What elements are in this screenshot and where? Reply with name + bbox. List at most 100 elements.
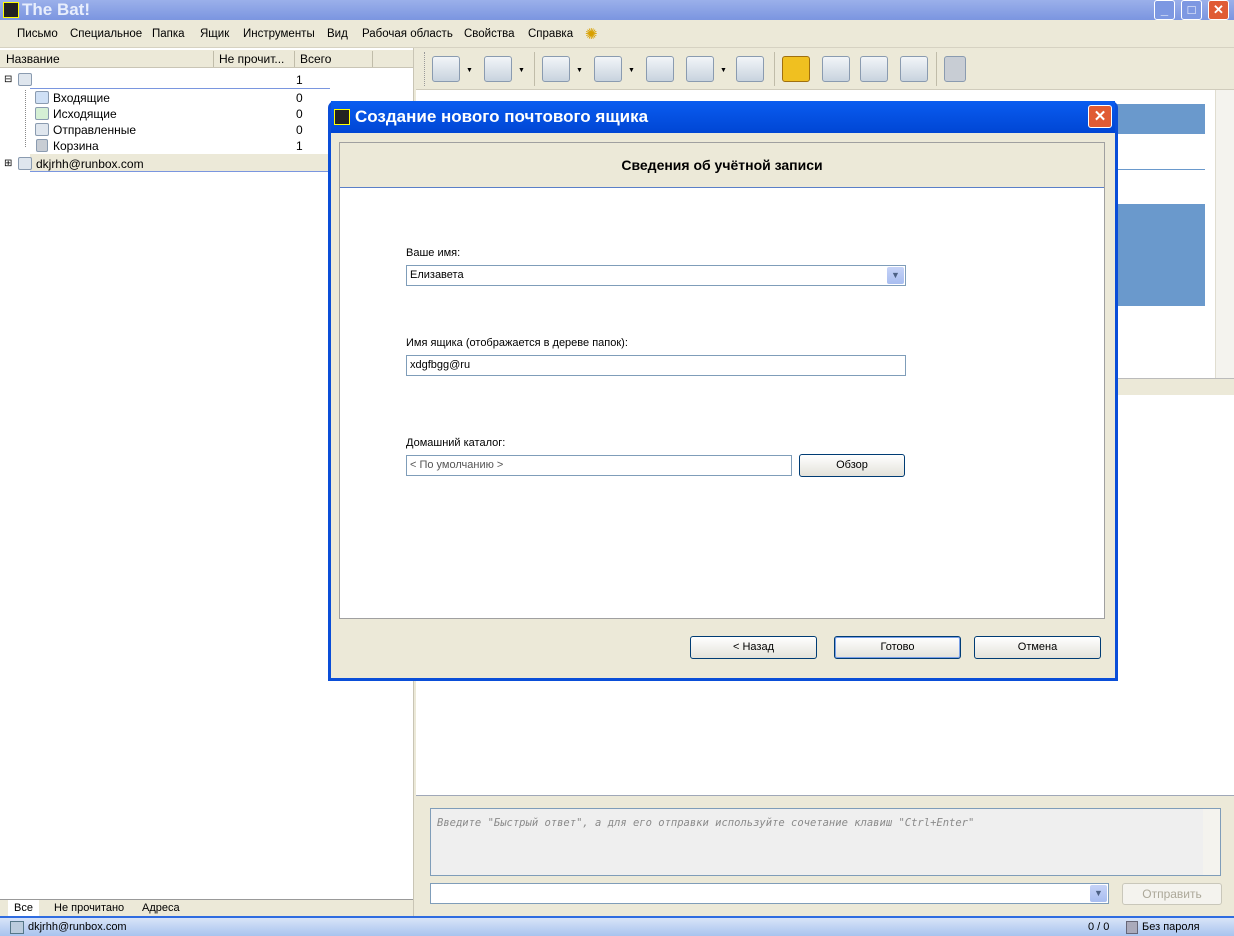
account-folder[interactable]: dkjrhh@runbox.com bbox=[36, 156, 144, 172]
expand-icon[interactable]: ⊞ bbox=[4, 156, 12, 172]
dropdown-arrow-icon[interactable]: ▼ bbox=[518, 67, 525, 74]
folder-list-header: Название Не прочит... Всего bbox=[0, 50, 413, 68]
status-count: 0 / 0 bbox=[1088, 921, 1110, 933]
new-mailbox-dialog: Создание нового почтового ящика ✕ Сведен… bbox=[328, 101, 1118, 681]
folder-inbox-total: 0 bbox=[296, 91, 303, 105]
dialog-body: Сведения об учётной записи Ваше имя: Ели… bbox=[331, 133, 1115, 678]
send-button[interactable]: Отправить bbox=[1122, 883, 1222, 905]
cancel-button[interactable]: Отмена bbox=[974, 636, 1101, 659]
quick-reply-scrollbar[interactable] bbox=[1203, 809, 1220, 875]
template-combobox[interactable]: ▼ bbox=[430, 883, 1109, 904]
bat-logo-icon bbox=[334, 109, 350, 125]
toolbar-separator bbox=[534, 52, 535, 86]
delete-icon[interactable] bbox=[944, 56, 966, 82]
root-total: 1 bbox=[296, 73, 303, 87]
print-icon[interactable] bbox=[900, 56, 928, 82]
tab-unread[interactable]: Не прочитано bbox=[54, 902, 124, 914]
address-book-icon[interactable] bbox=[782, 56, 810, 82]
column-name[interactable]: Название bbox=[6, 52, 60, 66]
menu-box[interactable]: Ящик bbox=[200, 28, 229, 40]
send-mail-icon[interactable] bbox=[484, 56, 512, 82]
menu-tools[interactable]: Инструменты bbox=[243, 28, 315, 40]
menu-special[interactable]: Специальное bbox=[70, 28, 142, 40]
folder-sent-total: 0 bbox=[296, 123, 303, 137]
tree-line bbox=[25, 90, 26, 147]
dropdown-arrow-icon[interactable]: ▼ bbox=[720, 67, 727, 74]
message-header-band bbox=[1117, 104, 1205, 134]
dialog-title: Создание нового почтового ящика bbox=[355, 107, 649, 126]
column-unread[interactable]: Не прочит... bbox=[219, 52, 284, 66]
column-divider[interactable] bbox=[213, 51, 214, 67]
tab-addresses[interactable]: Адреса bbox=[142, 902, 180, 914]
folder-sent[interactable]: Отправленные bbox=[53, 122, 136, 138]
column-total[interactable]: Всего bbox=[300, 52, 331, 66]
wizard-header: Сведения об учётной записи bbox=[340, 143, 1104, 188]
get-mail-icon[interactable] bbox=[432, 56, 460, 82]
inbox-icon bbox=[35, 91, 49, 104]
folder-outbox-total: 0 bbox=[296, 107, 303, 121]
menu-properties[interactable]: Свойства bbox=[464, 28, 515, 40]
toolbar-separator bbox=[936, 52, 937, 86]
finish-button[interactable]: Готово bbox=[834, 636, 961, 659]
app-title: The Bat! bbox=[22, 0, 90, 19]
dropdown-arrow-icon[interactable]: ▼ bbox=[576, 67, 583, 74]
bat-logo-icon bbox=[3, 2, 19, 18]
folder-outbox[interactable]: Исходящие bbox=[53, 106, 117, 122]
dialog-close-button[interactable]: ✕ bbox=[1088, 105, 1112, 128]
back-button[interactable]: < Назад bbox=[690, 636, 817, 659]
redirect-icon[interactable] bbox=[736, 56, 764, 82]
menu-letter[interactable]: Письмо bbox=[17, 28, 58, 40]
menu-bar: Письмо Специальное Папка Ящик Инструмент… bbox=[0, 20, 1234, 48]
name-value: Елизавета bbox=[410, 269, 464, 281]
dialog-title-bar: Создание нового почтового ящика ✕ bbox=[331, 101, 1115, 133]
tab-all[interactable]: Все bbox=[8, 900, 39, 916]
find-icon[interactable] bbox=[822, 56, 850, 82]
quick-reply-input[interactable]: Введите "Быстрый ответ", а для его отпра… bbox=[430, 808, 1221, 876]
folder-tabs: Все Не прочитано Адреса bbox=[0, 899, 413, 916]
wizard-panel: Сведения об учётной записи Ваше имя: Ели… bbox=[339, 142, 1105, 619]
folder-trash-total: 1 bbox=[296, 139, 303, 153]
toolbar: ▼ ▼ ▼ ▼ ▼ bbox=[416, 48, 1234, 90]
dropdown-arrow-icon[interactable]: ▼ bbox=[466, 67, 473, 74]
reply-all-icon[interactable] bbox=[646, 56, 674, 82]
browse-button[interactable]: Обзор bbox=[799, 454, 905, 477]
outbox-icon bbox=[35, 107, 49, 120]
message-divider bbox=[1117, 169, 1205, 170]
menu-workspace[interactable]: Рабочая область bbox=[362, 28, 453, 40]
dropdown-arrow-icon[interactable]: ▼ bbox=[628, 67, 635, 74]
status-account: dkjrhh@runbox.com bbox=[28, 921, 127, 933]
chevron-down-icon[interactable]: ▼ bbox=[887, 267, 904, 284]
name-label: Ваше имя: bbox=[406, 247, 461, 259]
status-bar: dkjrhh@runbox.com 0 / 0 Без пароля bbox=[0, 916, 1234, 936]
trash-icon bbox=[36, 139, 48, 152]
maximize-button[interactable]: □ bbox=[1181, 0, 1202, 20]
column-divider[interactable] bbox=[372, 51, 373, 67]
close-button[interactable]: ✕ bbox=[1208, 0, 1229, 20]
name-combobox[interactable]: Елизавета ▼ bbox=[406, 265, 906, 286]
reply-icon[interactable] bbox=[594, 56, 622, 82]
home-dir-label: Домашний каталог: bbox=[406, 437, 506, 449]
chevron-down-icon[interactable]: ▼ bbox=[1090, 885, 1107, 902]
menu-view[interactable]: Вид bbox=[327, 28, 348, 40]
folder-trash[interactable]: Корзина bbox=[53, 138, 99, 154]
column-divider[interactable] bbox=[294, 51, 295, 67]
box-name-label: Имя ящика (отображается в дереве папок): bbox=[406, 337, 628, 349]
forward-icon[interactable] bbox=[686, 56, 714, 82]
toolbar-separator bbox=[774, 52, 775, 86]
box-name-input[interactable]: xdgfbgg@ru bbox=[406, 355, 906, 376]
account-status-icon bbox=[10, 921, 24, 934]
home-dir-input[interactable]: < По умолчанию > bbox=[406, 455, 792, 476]
status-password: Без пароля bbox=[1142, 921, 1200, 933]
folder-inbox[interactable]: Входящие bbox=[53, 90, 110, 106]
menu-folder[interactable]: Папка bbox=[152, 28, 185, 40]
selection-underline bbox=[30, 88, 330, 89]
save-icon[interactable] bbox=[860, 56, 888, 82]
message-block bbox=[1117, 204, 1205, 306]
menu-help[interactable]: Справка bbox=[528, 28, 573, 40]
sun-icon[interactable]: ✺ bbox=[585, 25, 598, 43]
toolbar-grip[interactable] bbox=[424, 52, 425, 86]
collapse-icon[interactable]: ⊟ bbox=[4, 72, 12, 88]
new-message-icon[interactable] bbox=[542, 56, 570, 82]
minimize-button[interactable]: _ bbox=[1154, 0, 1175, 20]
message-scrollbar[interactable] bbox=[1215, 90, 1234, 378]
